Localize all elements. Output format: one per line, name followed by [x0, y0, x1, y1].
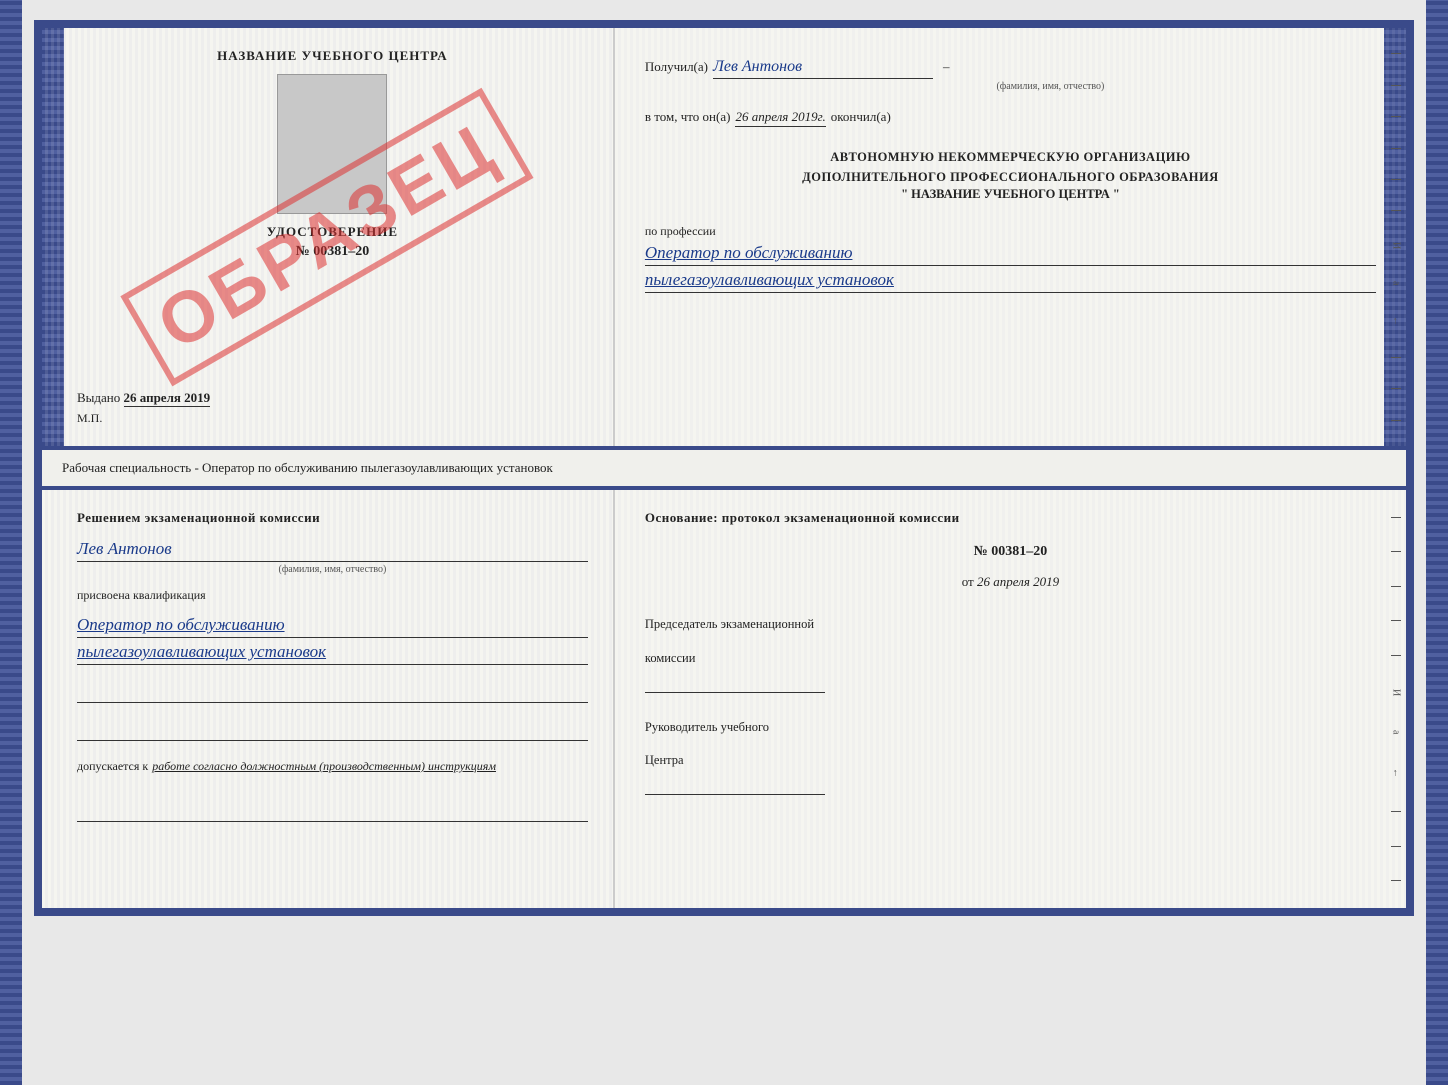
bottom-left-panel: Решением экзаменационной комиссии Лев Ан…	[42, 490, 615, 908]
empty-line-2	[77, 721, 588, 741]
bside-text-a: а	[1390, 730, 1401, 734]
dash-9	[1391, 420, 1401, 421]
dopuskaetsya-text: работе согласно должностным (производств…	[152, 759, 496, 774]
udostoverenie-block: УДОСТОВЕРЕНИЕ № 00381–20	[77, 224, 588, 260]
protocol-number: № 00381–20	[645, 544, 1376, 560]
dash-8	[1391, 388, 1401, 389]
bdash-3	[1391, 586, 1401, 587]
predsedatel-section: Председатель экзаменационной комиссии	[645, 600, 1376, 693]
vydano-label: Выдано	[77, 390, 120, 405]
photo-placeholder	[277, 74, 387, 214]
profession-section: по профессии Оператор по обслуживанию пы…	[645, 214, 1376, 293]
dash-2	[1391, 85, 1401, 86]
bdash-1	[1391, 517, 1401, 518]
dash-1	[1391, 53, 1401, 54]
ot-label: от	[962, 574, 974, 589]
rukovoditel-label2: Центра	[645, 751, 1376, 770]
dash-7	[1391, 357, 1401, 358]
cert-number-top: № 00381–20	[77, 244, 588, 260]
dopuskaetsya-section: допускается к работе согласно должностны…	[77, 759, 588, 774]
cert-right-panel: Получил(а) Лев Антонов – (фамилия, имя, …	[615, 28, 1406, 446]
rukovoditel-label: Руководитель учебного	[645, 718, 1376, 737]
org-block: АВТОНОМНУЮ НЕКОММЕРЧЕСКУЮ ОРГАНИЗАЦИЮ ДО…	[645, 147, 1376, 202]
school-title-top: НАЗВАНИЕ УЧЕБНОГО ЦЕНТРА	[77, 48, 588, 64]
vtom-date: 26 апреля 2019г.	[735, 109, 825, 127]
profession-line2: пылегазоулавливающих установок	[645, 270, 1376, 293]
resheniyem-label: Решением экзаменационной комиссии	[77, 510, 588, 526]
kvali-line2: пылегазоулавливающих установок	[77, 642, 588, 665]
side-text-arrow: ←	[1390, 316, 1401, 326]
right-border-texture-bottom	[1426, 0, 1448, 1085]
org-line3: " НАЗВАНИЕ УЧЕБНОГО ЦЕНТРА "	[645, 187, 1376, 202]
dash-5	[1391, 179, 1401, 180]
predsedatel-label: Председатель экзаменационной	[645, 615, 1376, 634]
bside-text-arrow: ←	[1390, 768, 1401, 778]
rukovoditel-section: Руководитель учебного Центра	[645, 703, 1376, 796]
org-line2: ДОПОЛНИТЕЛЬНОГО ПРОФЕССИОНАЛЬНОГО ОБРАЗО…	[645, 167, 1376, 187]
document-container: НАЗВАНИЕ УЧЕБНОГО ЦЕНТРА УДОСТОВЕРЕНИЕ №…	[34, 20, 1414, 916]
fio-hint-bottom: (фамилия, имя, отчество)	[77, 564, 588, 575]
bdash-7	[1391, 846, 1401, 847]
osnovanie-label: Основание: протокол экзаменационной коми…	[645, 510, 1376, 526]
org-line1: АВТОНОМНУЮ НЕКОММЕРЧЕСКУЮ ОРГАНИЗАЦИЮ	[645, 147, 1376, 167]
side-dashes-bottom: И а ←	[1386, 490, 1406, 908]
bside-text-i: И	[1390, 689, 1401, 696]
middle-text: Рабочая специальность - Оператор по обсл…	[62, 460, 553, 475]
mp-label: М.П.	[77, 411, 588, 426]
bdash-8	[1391, 880, 1401, 881]
ot-date-section: от 26 апреля 2019	[645, 574, 1376, 590]
bottom-right-panel: Основание: протокол экзаменационной коми…	[615, 490, 1406, 908]
bdash-2	[1391, 551, 1401, 552]
predsedatel-label2: комиссии	[645, 649, 1376, 668]
po-professii-label: по профессии	[645, 224, 1376, 239]
side-dashes-top: И а ←	[1386, 28, 1406, 446]
middle-description: Рабочая специальность - Оператор по обсл…	[34, 450, 1414, 486]
certificate-bottom: Решением экзаменационной комиссии Лев Ан…	[34, 486, 1414, 916]
left-border-texture-bottom	[0, 0, 22, 1085]
vtom-row: в том, что он(а) 26 апреля 2019г. окончи…	[645, 109, 1376, 127]
bottom-left-section: Выдано 26 апреля 2019 М.П.	[77, 360, 588, 426]
udostoverenie-label: УДОСТОВЕРЕНИЕ	[77, 224, 588, 240]
rukovoditel-sign-line	[645, 775, 825, 795]
bdash-6	[1391, 811, 1401, 812]
prisvoena-label: присвоена квалификация	[77, 588, 588, 603]
vydano-line: Выдано 26 апреля 2019	[77, 390, 588, 406]
side-text-a: а	[1390, 281, 1401, 286]
predsedatel-sign-line	[645, 673, 825, 693]
fio-hint-top: (фамилия, имя, отчество)	[725, 81, 1376, 92]
bdash-5	[1391, 655, 1401, 656]
kvali-section: Оператор по обслуживанию пылегазоулавлив…	[77, 611, 588, 665]
vtom-label: в том, что он(а)	[645, 109, 731, 125]
empty-line-1	[77, 683, 588, 703]
certificate-top: НАЗВАНИЕ УЧЕБНОГО ЦЕНТРА УДОСТОВЕРЕНИЕ №…	[34, 20, 1414, 450]
side-text-i: И	[1390, 242, 1401, 250]
profession-line1: Оператор по обслуживанию	[645, 243, 1376, 266]
poluchil-label: Получил(а)	[645, 59, 708, 75]
okonchil-label: окончил(а)	[831, 109, 891, 125]
person-section-bottom: Лев Антонов (фамилия, имя, отчество)	[77, 534, 588, 575]
ot-date-value: 26 апреля 2019	[977, 574, 1059, 589]
dash-6	[1391, 210, 1401, 211]
kvali-line1: Оператор по обслуживанию	[77, 615, 588, 638]
poluchil-section: Получил(а) Лев Антонов – (фамилия, имя, …	[645, 48, 1376, 92]
poluchil-name: Лев Антонов	[713, 58, 933, 79]
dopuskaetsya-label: допускается к	[77, 759, 148, 774]
person-name-bottom: Лев Антонов	[77, 539, 588, 562]
dash-4	[1391, 148, 1401, 149]
poluchil-dash: –	[943, 59, 950, 75]
dash-3	[1391, 116, 1401, 117]
empty-line-bottom	[77, 802, 588, 822]
cert-left-panel: НАЗВАНИЕ УЧЕБНОГО ЦЕНТРА УДОСТОВЕРЕНИЕ №…	[42, 28, 615, 446]
vydano-date: 26 апреля 2019	[124, 390, 211, 407]
poluchil-row: Получил(а) Лев Антонов –	[645, 58, 1376, 79]
bdash-4	[1391, 620, 1401, 621]
